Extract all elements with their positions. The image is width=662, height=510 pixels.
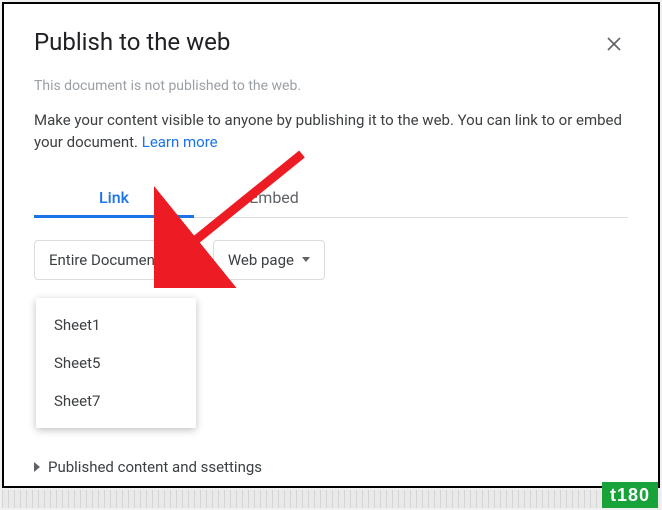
tab-bar: Link Embed bbox=[34, 178, 628, 218]
tab-embed[interactable]: Embed bbox=[194, 178, 354, 217]
close-icon bbox=[606, 36, 622, 52]
spreadsheet-grid-edge bbox=[2, 490, 660, 508]
menu-item-sheet[interactable]: Sheet7 bbox=[36, 382, 196, 420]
chevron-down-icon bbox=[302, 257, 310, 262]
learn-more-link[interactable]: Learn more bbox=[142, 133, 218, 151]
expander-label: Published content and ssettings bbox=[48, 458, 262, 476]
tab-link[interactable]: Link bbox=[34, 178, 194, 217]
scope-dropdown-label: Entire Document bbox=[49, 251, 160, 269]
menu-item-sheet[interactable]: Sheet5 bbox=[36, 344, 196, 382]
dialog-title: Publish to the web bbox=[34, 28, 230, 56]
format-dropdown-label: Web page bbox=[228, 251, 294, 269]
published-content-expander[interactable]: Published content and ssettings bbox=[34, 458, 262, 476]
scope-dropdown[interactable]: Entire Document bbox=[34, 240, 191, 280]
not-published-text: This document is not published to the we… bbox=[34, 78, 628, 94]
controls-row: Entire Document Web page bbox=[34, 240, 628, 280]
chevron-down-icon bbox=[168, 257, 176, 262]
close-button[interactable] bbox=[600, 30, 628, 58]
scope-dropdown-menu: Sheet1 Sheet5 Sheet7 bbox=[36, 298, 196, 428]
description-body: Make your content visible to anyone by p… bbox=[34, 111, 622, 151]
menu-item-sheet[interactable]: Sheet1 bbox=[36, 306, 196, 344]
dialog-header: Publish to the web bbox=[34, 28, 628, 58]
chevron-right-icon bbox=[34, 462, 40, 472]
watermark-badge: t180 bbox=[602, 482, 658, 508]
format-dropdown[interactable]: Web page bbox=[213, 240, 325, 280]
description-text: Make your content visible to anyone by p… bbox=[34, 110, 628, 154]
